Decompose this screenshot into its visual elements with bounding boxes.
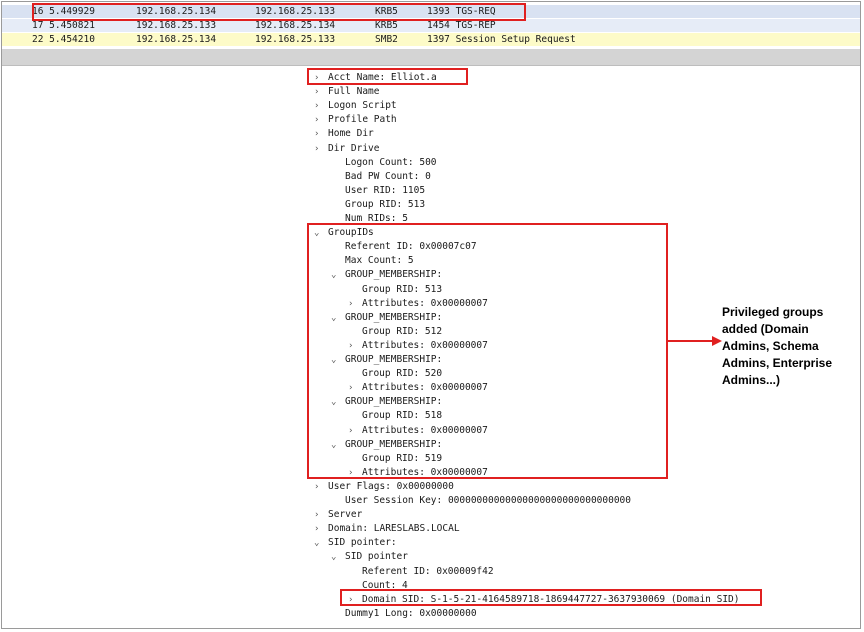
tree-item-label: Group RID: 513 <box>345 198 426 210</box>
tree-item[interactable]: ⌄ SID pointer: <box>314 536 397 550</box>
tree-item-label: Profile Path <box>328 114 397 126</box>
tree-item-label: Full Name <box>328 86 380 98</box>
tree-item-label: Logon Script <box>328 100 397 112</box>
tree-item[interactable]: › Server <box>314 508 362 522</box>
packet-source: 192.168.25.134 <box>136 34 217 45</box>
tree-item[interactable]: Bad PW Count: 0 <box>331 170 431 184</box>
packet-no-time: 22 5.454210 <box>32 34 95 45</box>
packet-destination: 192.168.25.133 <box>255 34 336 45</box>
tree-item[interactable]: › Home Dir <box>314 127 374 141</box>
tree-item-label: Dir Drive <box>328 142 380 154</box>
collapsed-chevron-icon[interactable]: › <box>314 127 328 141</box>
expanded-chevron-icon[interactable]: ⌄ <box>314 536 328 550</box>
collapsed-chevron-icon[interactable]: › <box>314 85 328 99</box>
annotation-line: added (Domain <box>722 322 809 336</box>
tree-item-label: User RID: 1105 <box>345 184 426 196</box>
packet-list: 16 5.449929 192.168.25.134 192.168.25.13… <box>2 2 860 48</box>
collapsed-chevron-icon[interactable]: › <box>314 508 328 522</box>
collapsed-chevron-icon[interactable]: › <box>314 99 328 113</box>
tree-item-label: User Flags: 0x00000000 <box>328 480 454 492</box>
packet-info: 1397 Session Setup Request <box>427 34 576 45</box>
tree-item-label: Domain: LARESLABS.LOCAL <box>328 523 460 535</box>
tree-item[interactable]: › Logon Script <box>314 99 397 113</box>
pane-splitter[interactable] <box>2 49 860 66</box>
annotation-line: Admins, Enterprise <box>722 356 833 370</box>
tree-item-label: User Session Key: 0000000000000000000000… <box>345 495 631 506</box>
packet-row-22[interactable]: 22 5.454210 192.168.25.134 192.168.25.13… <box>2 33 860 46</box>
annotation-arrow-icon <box>666 336 722 346</box>
collapsed-chevron-icon[interactable]: › <box>314 522 328 536</box>
tree-item-label: Logon Count: 500 <box>345 156 437 168</box>
annotation-line: Admins...) <box>722 373 781 387</box>
tree-item[interactable]: › Dir Drive <box>314 142 379 156</box>
collapsed-chevron-icon[interactable]: › <box>314 480 328 494</box>
highlight-box-group-ids <box>307 223 668 479</box>
collapsed-chevron-icon[interactable]: › <box>314 142 328 156</box>
packet-protocol: SMB2 <box>375 34 398 45</box>
annotation-line: Admins, Schema <box>722 339 819 353</box>
tree-item-label: Home Dir <box>328 128 374 140</box>
tree-item[interactable]: Logon Count: 500 <box>331 156 437 170</box>
highlight-box-acct-name <box>307 68 468 85</box>
tree-item-label: Referent ID: 0x00009f42 <box>362 565 494 577</box>
tree-item-label: SID pointer: <box>328 537 397 549</box>
tree-item[interactable]: ⌄ SID pointer <box>331 550 408 564</box>
tree-item[interactable]: › Full Name <box>314 85 379 99</box>
annotation-note: Privileged groups added (Domain Admins, … <box>722 304 854 389</box>
highlight-box-domain-sid <box>340 589 762 606</box>
collapsed-chevron-icon[interactable]: › <box>314 113 328 127</box>
tree-item-label: SID pointer <box>345 551 408 563</box>
wireshark-window: 16 5.449929 192.168.25.134 192.168.25.13… <box>1 1 861 629</box>
tree-item[interactable]: User RID: 1105 <box>331 184 425 198</box>
tree-item-label: Server <box>328 509 363 521</box>
tree-item[interactable]: › Profile Path <box>314 113 397 127</box>
tree-item-label: Bad PW Count: 0 <box>345 170 431 182</box>
tree-item[interactable]: › Domain: LARESLABS.LOCAL <box>314 522 460 536</box>
tree-item[interactable]: › User Flags: 0x00000000 <box>314 480 454 494</box>
highlight-box-tgs-req <box>32 3 526 21</box>
tree-item-label: Dummy1 Long: 0x00000000 <box>345 607 477 619</box>
annotation-line: Privileged groups <box>722 305 824 319</box>
tree-item[interactable]: Referent ID: 0x00009f42 <box>348 565 494 579</box>
tree-item[interactable]: User Session Key: 0000000000000000000000… <box>331 494 631 508</box>
tree-item[interactable]: Dummy1 Long: 0x00000000 <box>331 607 477 621</box>
tree-item[interactable]: Group RID: 513 <box>331 198 425 212</box>
expanded-chevron-icon[interactable]: ⌄ <box>331 550 345 564</box>
